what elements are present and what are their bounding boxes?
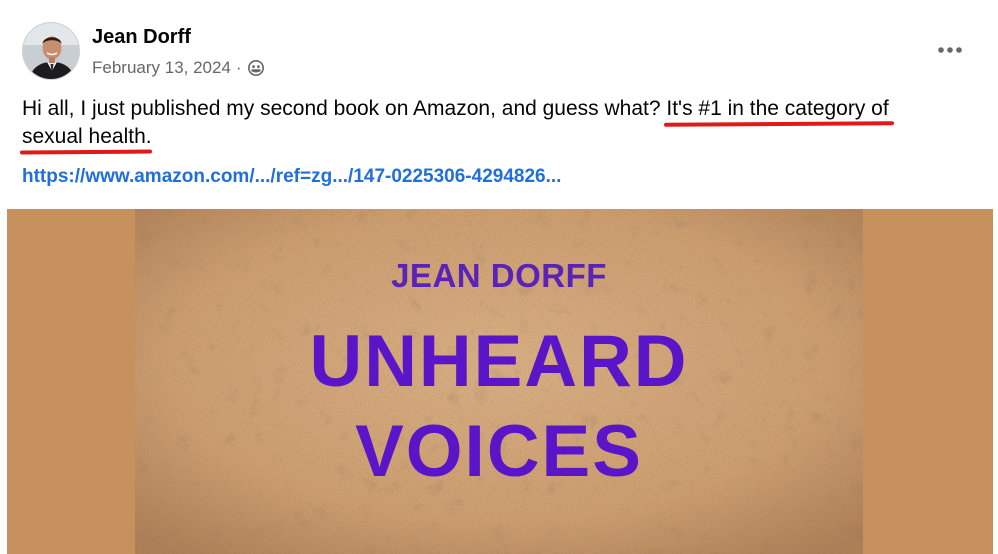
- facebook-post: Jean Dorff February 13, 2024 · Hi all, I…: [0, 0, 998, 554]
- more-options-button[interactable]: [930, 36, 970, 64]
- cover-title-line-1: UNHEARD: [309, 321, 689, 402]
- meta-separator: ·: [235, 58, 242, 77]
- post-text-intro: Hi all, I just published my second book …: [22, 97, 667, 120]
- amazon-link[interactable]: https://www.amazon.com/.../ref=zg.../147…: [22, 166, 561, 188]
- cover-author-name: JEAN DORFF: [391, 257, 607, 294]
- avatar-image: [23, 23, 79, 79]
- post-media: JEAN DORFF UNHEARD VOICES: [7, 209, 993, 554]
- book-cover-image[interactable]: JEAN DORFF UNHEARD VOICES: [135, 209, 863, 554]
- more-options-icon: [938, 47, 962, 53]
- friends-audience-icon[interactable]: [247, 59, 265, 77]
- cover-title-line-2: VOICES: [355, 411, 643, 492]
- post-date[interactable]: February 13, 2024: [92, 58, 231, 78]
- post-text-highlight-2: sexual health: [22, 125, 146, 148]
- author-name[interactable]: Jean Dorff: [92, 26, 191, 49]
- post-text: Hi all, I just published my second book …: [22, 95, 982, 151]
- author-avatar[interactable]: [22, 22, 80, 80]
- cover-title: UNHEARD VOICES: [135, 317, 863, 497]
- post-text-highlight-1: It's #1 in the category of: [666, 97, 889, 120]
- post-meta: February 13, 2024 ·: [92, 58, 265, 78]
- post-text-end: .: [145, 125, 152, 148]
